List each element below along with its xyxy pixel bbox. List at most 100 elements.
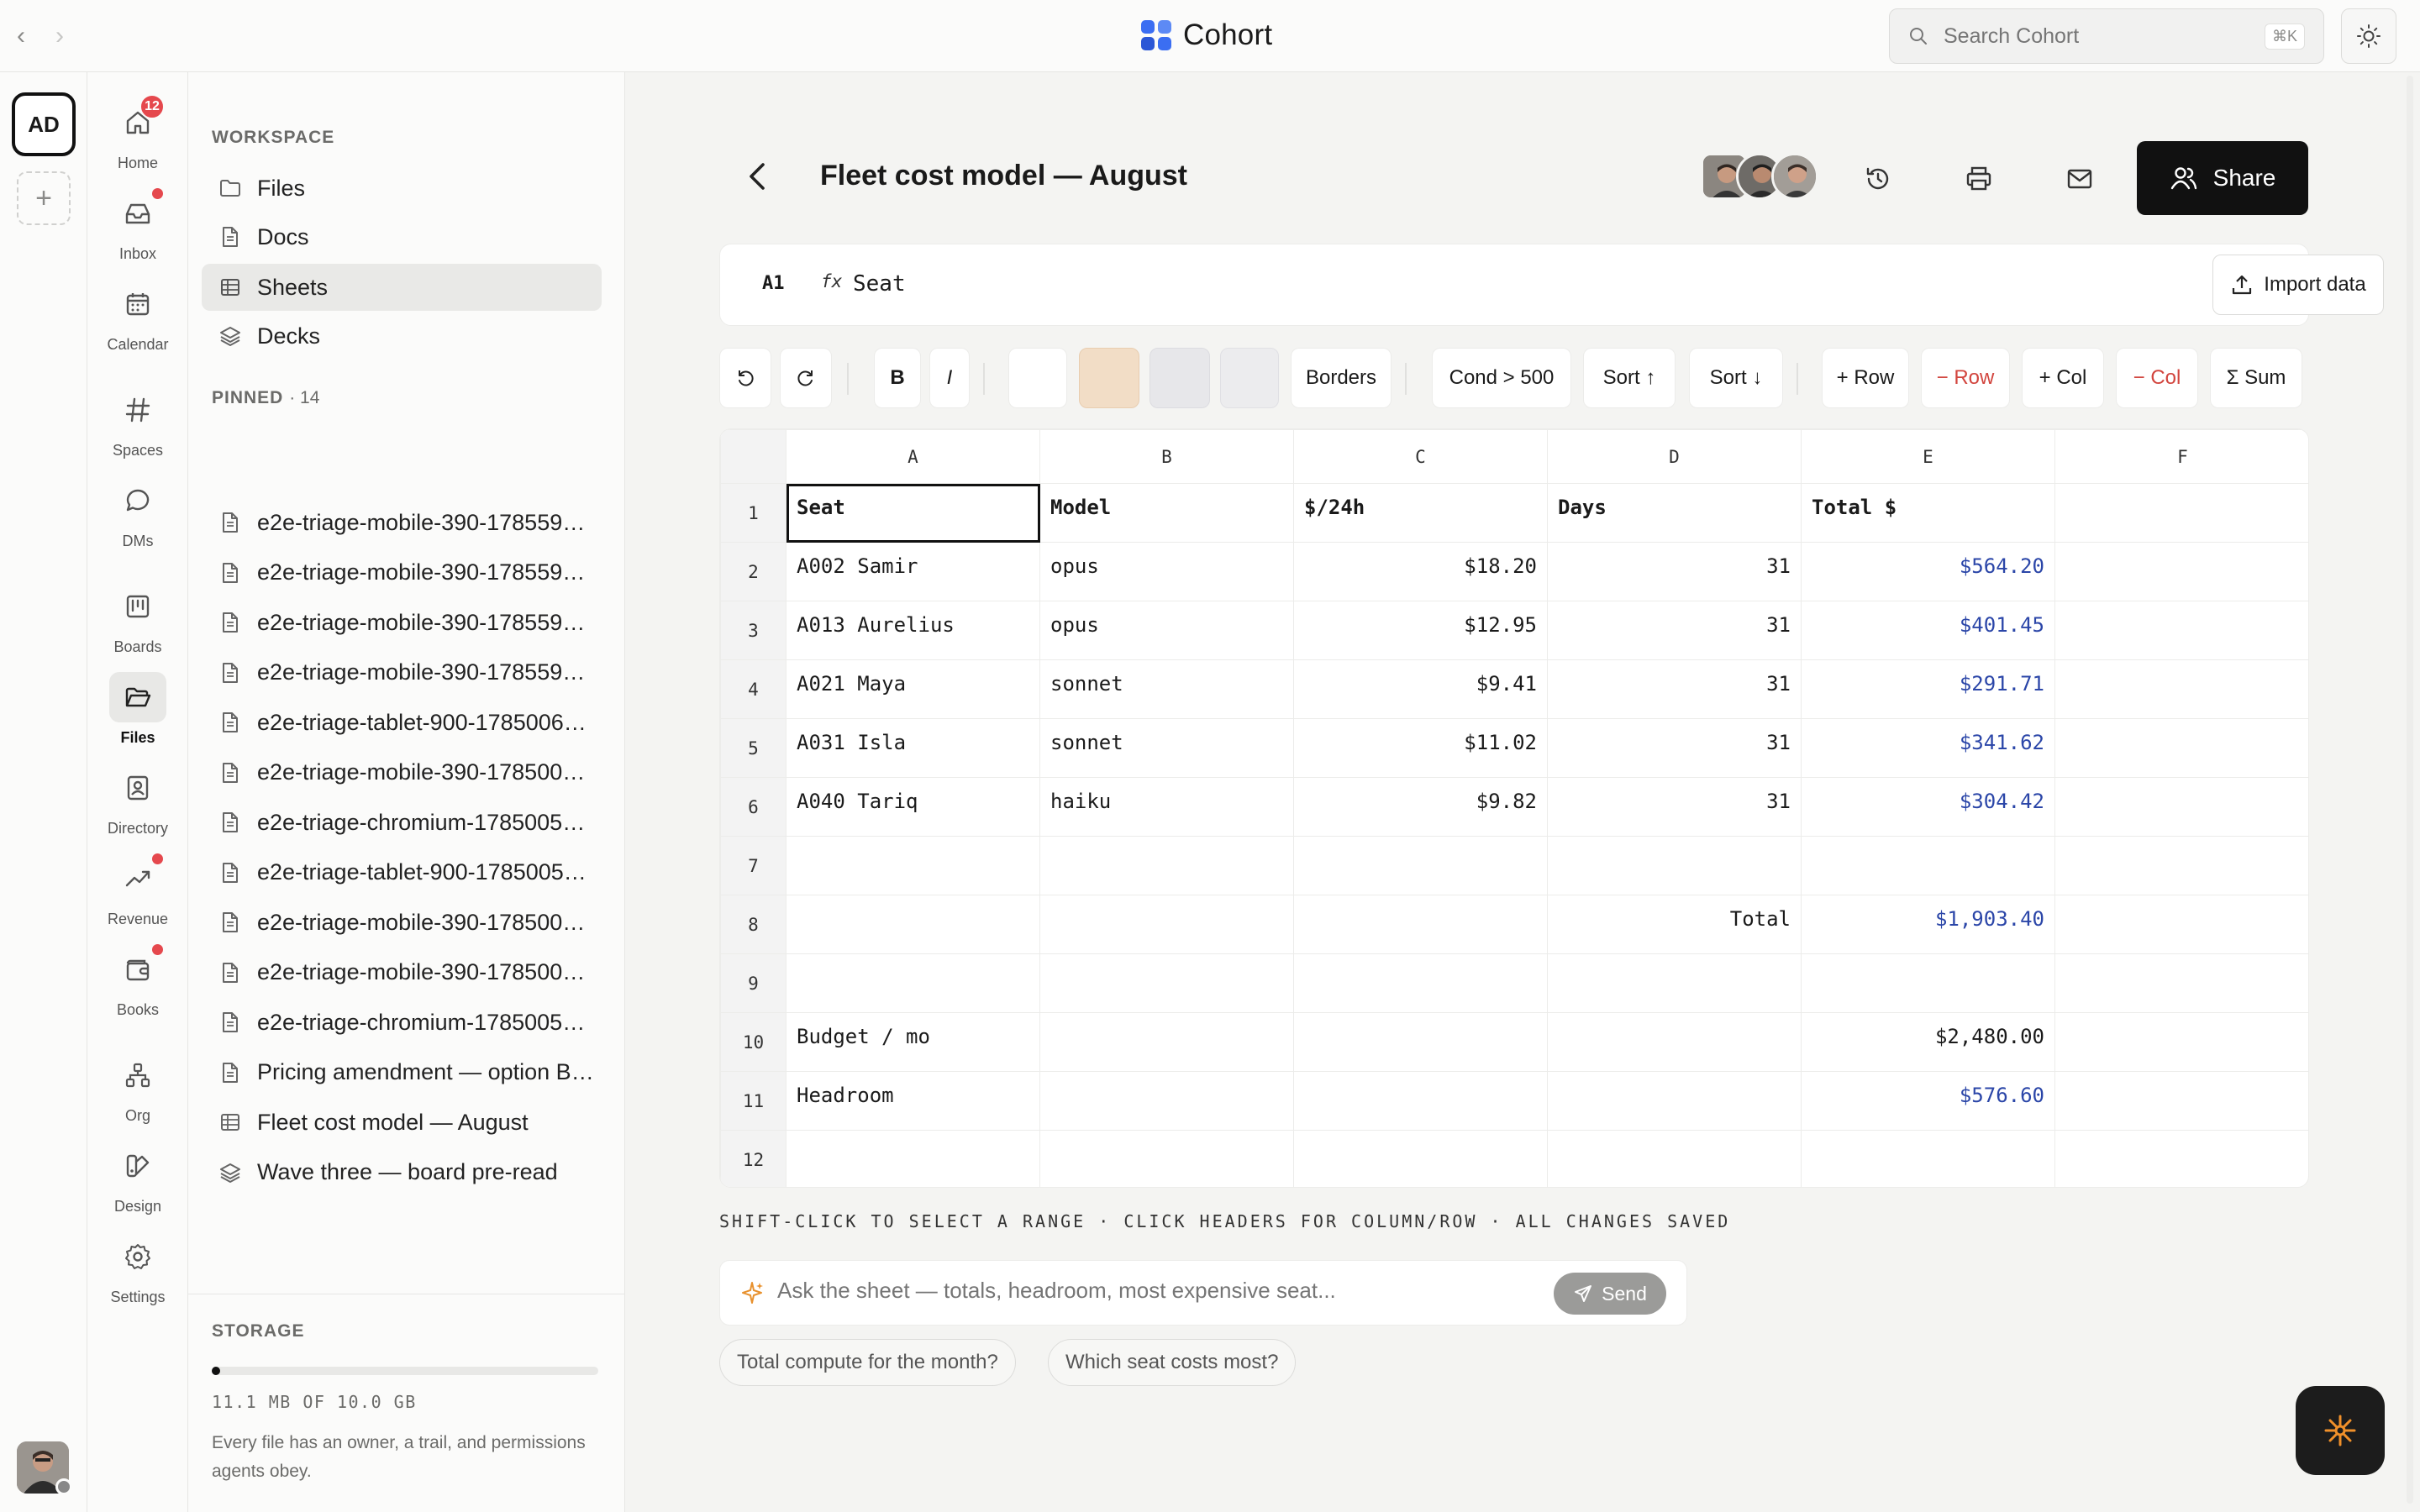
sheet-cell[interactable] <box>1039 836 1294 895</box>
row-header[interactable]: 11 <box>720 1071 786 1131</box>
pinned-file-item[interactable]: e2e-triage-tablet-900-1785005000000 <box>202 849 602 896</box>
import-data-button[interactable]: Import data <box>2212 255 2384 315</box>
sheet-cell[interactable]: $9.82 <box>1293 777 1548 837</box>
search-input[interactable] <box>1944 24 2265 49</box>
row-header[interactable]: 5 <box>720 718 786 778</box>
sort-ascending-button[interactable]: Sort ↑ <box>1583 348 1676 408</box>
sheet-cell[interactable]: Total $ <box>1801 483 2055 543</box>
sheet-cell[interactable] <box>1039 1012 1294 1072</box>
back-arrow-icon[interactable]: ‹ <box>17 22 25 50</box>
pinned-file-item[interactable]: Fleet cost model — August <box>202 1099 602 1146</box>
fill-color-peach[interactable] <box>1079 348 1139 408</box>
sheet-cell[interactable]: $12.95 <box>1293 601 1548 660</box>
email-button[interactable] <box>2059 158 2101 200</box>
sheet-cell[interactable]: $341.62 <box>1801 718 2055 778</box>
sheet-cell[interactable]: Total <box>1547 895 1802 954</box>
rail-item-boards[interactable]: Boards <box>87 581 188 656</box>
delete-column-button[interactable]: − Col <box>2116 348 2198 408</box>
sheet-cell[interactable]: opus <box>1039 542 1294 601</box>
sheet-cell[interactable]: A040 Tariq <box>786 777 1040 837</box>
conditional-format-button[interactable]: Cond > 500 <box>1432 348 1571 408</box>
sheet-cell[interactable] <box>1801 836 2055 895</box>
sum-button[interactable]: Σ Sum <box>2210 348 2302 408</box>
sheet-cell[interactable]: haiku <box>1039 777 1294 837</box>
sheet-cell[interactable]: $576.60 <box>1801 1071 2055 1131</box>
sheet-cell[interactable] <box>2054 659 2308 719</box>
rail-item-inbox[interactable]: Inbox <box>87 188 188 263</box>
sheet-cell[interactable] <box>1039 953 1294 1013</box>
suggestion-chip[interactable]: Total compute for the month? <box>719 1339 1016 1386</box>
add-column-button[interactable]: + Col <box>2022 348 2104 408</box>
pinned-file-item[interactable]: e2e-triage-mobile-390-1785590000001 <box>202 549 602 596</box>
sheet-cell[interactable] <box>1801 953 2055 1013</box>
sheet-cell[interactable] <box>1293 895 1548 954</box>
sheet-cell[interactable]: $304.42 <box>1801 777 2055 837</box>
sheet-cell[interactable] <box>1547 953 1802 1013</box>
sheet-cell[interactable]: Seat <box>786 483 1040 543</box>
search-box[interactable]: ⌘K <box>1889 8 2324 64</box>
sheet-cell[interactable] <box>786 1130 1040 1187</box>
add-workspace-button[interactable]: + <box>17 171 71 225</box>
rail-item-org[interactable]: Org <box>87 1050 188 1125</box>
sheet-cell[interactable] <box>1293 1130 1548 1187</box>
pinned-file-item[interactable]: e2e-triage-mobile-390-1785000000001 <box>202 899 602 946</box>
sheet-cell[interactable]: 31 <box>1547 718 1802 778</box>
rail-item-directory[interactable]: Directory <box>87 763 188 837</box>
sidebar-item-decks[interactable]: Decks <box>202 312 602 360</box>
column-header-c[interactable]: C <box>1293 429 1548 484</box>
column-header-a[interactable]: A <box>786 429 1040 484</box>
cell-reference[interactable]: A1 <box>762 273 785 294</box>
sheet-cell[interactable]: $11.02 <box>1293 718 1548 778</box>
pinned-file-item[interactable]: e2e-triage-mobile-390-1785590000003 <box>202 649 602 696</box>
undo-button[interactable] <box>719 348 771 408</box>
sidebar-item-files[interactable]: Files <box>202 165 602 212</box>
fill-color-gray[interactable] <box>1150 348 1210 408</box>
sheet-cell[interactable] <box>1293 1012 1548 1072</box>
sheet-cell[interactable]: $2,480.00 <box>1801 1012 2055 1072</box>
sheet-cell[interactable] <box>786 836 1040 895</box>
add-row-button[interactable]: + Row <box>1822 348 1909 408</box>
column-header-f[interactable]: F <box>2054 429 2308 484</box>
rail-item-books[interactable]: Books <box>87 944 188 1019</box>
row-header[interactable]: 6 <box>720 777 786 837</box>
row-header[interactable]: 7 <box>720 836 786 895</box>
sheet-cell[interactable] <box>2054 777 2308 837</box>
version-history-button[interactable] <box>1857 158 1899 200</box>
sheet-cell[interactable] <box>1801 1130 2055 1187</box>
delete-row-button[interactable]: − Row <box>1921 348 2010 408</box>
row-header[interactable]: 4 <box>720 659 786 719</box>
sheet-cell[interactable] <box>2054 895 2308 954</box>
italic-button[interactable]: I <box>929 348 970 408</box>
sheet-cell[interactable] <box>2054 1012 2308 1072</box>
pinned-file-item[interactable]: e2e-triage-mobile-390-1785590000000 <box>202 499 602 546</box>
sheet-cell[interactable] <box>786 953 1040 1013</box>
pinned-file-item[interactable]: Pricing amendment — option B draft <box>202 1049 602 1096</box>
sheet-cell[interactable]: A013 Aurelius <box>786 601 1040 660</box>
back-button[interactable] <box>743 158 773 199</box>
sheet-cell[interactable]: $564.20 <box>1801 542 2055 601</box>
rail-item-calendar[interactable]: Calendar <box>87 279 188 354</box>
sheet-cell[interactable] <box>1039 1071 1294 1131</box>
ask-sheet-input[interactable] <box>777 1278 1534 1304</box>
rail-item-revenue[interactable]: Revenue <box>87 853 188 928</box>
sheet-cell[interactable]: sonnet <box>1039 659 1294 719</box>
sheet-cell[interactable]: Days <box>1547 483 1802 543</box>
select-all-corner[interactable] <box>720 429 786 484</box>
redo-button[interactable] <box>780 348 832 408</box>
sheet-cell[interactable] <box>1547 1012 1802 1072</box>
pinned-file-item[interactable]: e2e-triage-chromium-1785005100000 <box>202 999 602 1046</box>
send-button[interactable]: Send <box>1554 1273 1666 1315</box>
sheet-cell[interactable] <box>1039 1130 1294 1187</box>
sheet-cell[interactable] <box>1547 1071 1802 1131</box>
bold-button[interactable]: B <box>874 348 921 408</box>
sheet-cell[interactable]: $1,903.40 <box>1801 895 2055 954</box>
row-header[interactable]: 9 <box>720 953 786 1013</box>
sheet-cell[interactable] <box>2054 1130 2308 1187</box>
sheet-cell[interactable] <box>1039 895 1294 954</box>
collaborator-avatar[interactable] <box>1771 153 1818 200</box>
sheet-cell[interactable]: A031 Isla <box>786 718 1040 778</box>
row-header[interactable]: 1 <box>720 483 786 543</box>
column-header-e[interactable]: E <box>1801 429 2055 484</box>
rail-item-home[interactable]: 12 Home <box>87 94 188 172</box>
scrollbar[interactable] <box>2407 76 2413 1504</box>
